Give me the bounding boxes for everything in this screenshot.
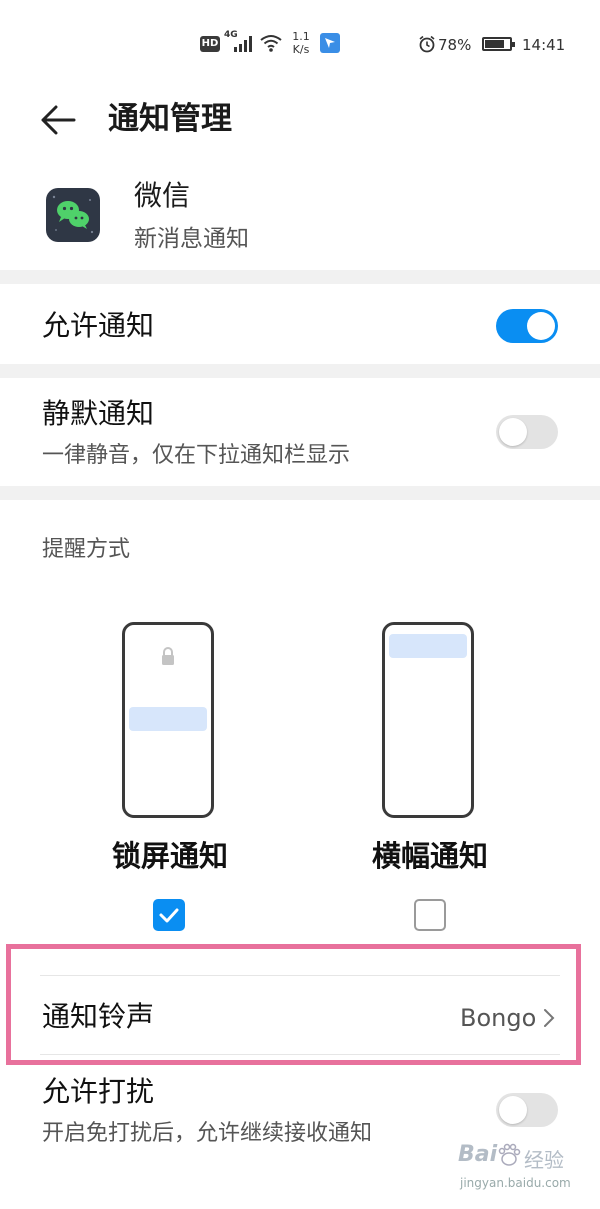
notification-banner (129, 707, 207, 731)
allow-dnd-label: 允许打扰 (42, 1075, 155, 1108)
hd-icon: HD (200, 36, 220, 52)
battery-level (485, 40, 504, 48)
silent-notifications-label: 静默通知 (42, 397, 155, 430)
section-divider (0, 486, 600, 500)
battery-percent: 78% (438, 36, 472, 54)
notification-banner (389, 634, 467, 658)
network-speed: 1.1 K/s (289, 30, 313, 56)
checkmark-icon (159, 908, 179, 923)
signal-icon (234, 36, 254, 52)
banner-preview[interactable] (382, 622, 474, 818)
paw-icon (498, 1143, 521, 1166)
banner-notification-label: 横幅通知 (371, 839, 488, 873)
alarm-icon (419, 35, 435, 53)
allow-dnd-description: 开启免打扰后，允许继续接收通知 (42, 1121, 373, 1146)
lockscreen-notification-label: 锁屏通知 (111, 839, 228, 873)
watermark-brand: Bai (458, 1142, 498, 1167)
lockscreen-notification-checkbox[interactable] (153, 899, 185, 931)
allow-notifications-label: 允许通知 (42, 309, 155, 342)
speed-unit: K/s (292, 43, 310, 56)
reminder-section-label: 提醒方式 (42, 537, 131, 562)
app-name: 微信 (134, 179, 191, 212)
clock: 14:41 (522, 36, 566, 54)
section-divider (0, 270, 600, 284)
app-subtitle: 新消息通知 (134, 226, 249, 252)
allow-notifications-toggle[interactable] (496, 309, 558, 343)
page-title: 通知管理 (108, 101, 232, 137)
lockscreen-preview[interactable] (122, 622, 214, 818)
lock-icon (162, 647, 174, 665)
watermark-url: jingyan.baidu.com (460, 1176, 571, 1190)
app-notification-icon (320, 33, 340, 53)
baidu-watermark: Bai 经验 jingyan.baidu.com (458, 1140, 598, 1200)
silent-notifications-toggle[interactable] (496, 415, 558, 449)
speed-value: 1.1 (292, 30, 310, 43)
section-divider (0, 364, 600, 378)
wechat-icon (46, 188, 100, 242)
banner-notification-checkbox[interactable] (414, 899, 446, 931)
silent-notifications-description: 一律静音，仅在下拉通知栏显示 (42, 443, 351, 468)
status-bar: HD 4G 1.1 K/s 78% 14:41 (0, 0, 600, 88)
wifi-icon (260, 35, 282, 52)
arrow-left-icon[interactable] (38, 100, 78, 140)
battery-icon (482, 37, 515, 51)
highlight-annotation (6, 944, 581, 1065)
allow-dnd-toggle[interactable] (496, 1093, 558, 1127)
watermark-brand2: 经验 (524, 1148, 564, 1172)
